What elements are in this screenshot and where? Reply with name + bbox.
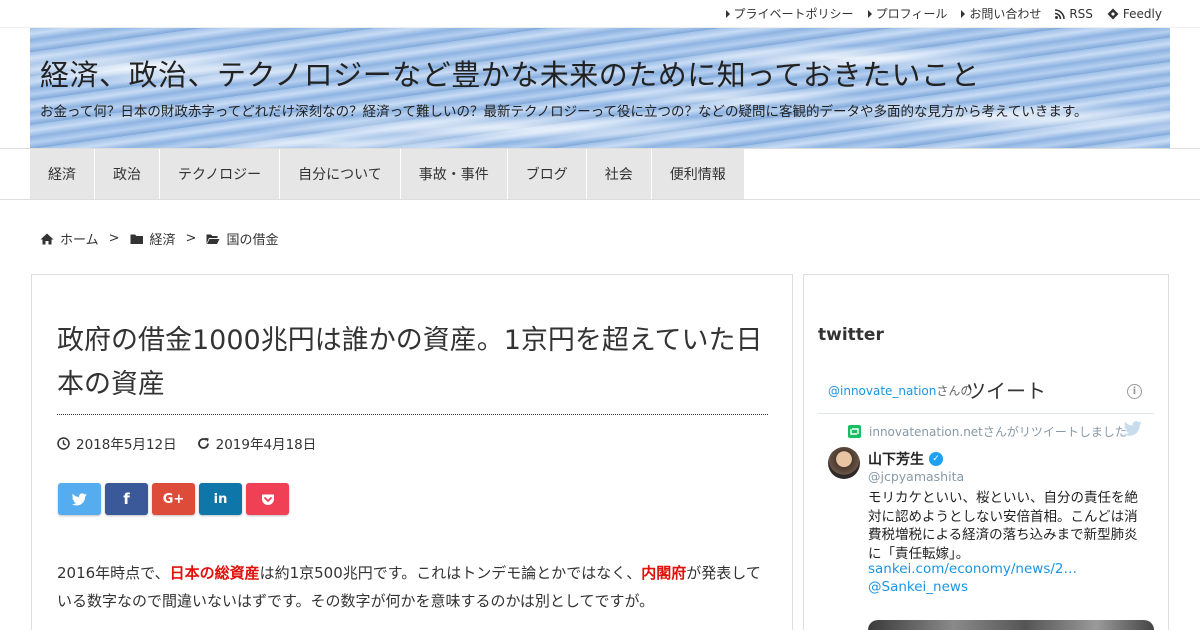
tweet-mention[interactable]: @Sankei_news bbox=[868, 579, 968, 595]
retweet-icon bbox=[848, 425, 861, 438]
article-title: 政府の借金1000兆円は誰かの資産。1京円を超えていた日本の資産 bbox=[57, 325, 763, 400]
article-body: 2016年時点で、日本の総資産は約1京500兆円です。これはトンデモ論とかではな… bbox=[57, 559, 769, 615]
feedly-icon bbox=[1107, 8, 1119, 19]
triangle-right-icon bbox=[961, 9, 966, 18]
nav-item-technology[interactable]: テクノロジー bbox=[160, 149, 281, 199]
breadcrumb-category-link[interactable]: 経済 bbox=[150, 229, 176, 248]
main-nav: 経済 政治 テクノロジー 自分について 事故・事件 ブログ 社会 便利情報 bbox=[30, 149, 745, 199]
rss-label: RSS bbox=[1069, 6, 1093, 21]
updated-date: 2019年4月18日 bbox=[215, 437, 317, 453]
twitter-icon bbox=[72, 492, 87, 505]
googleplus-icon: G+ bbox=[162, 491, 185, 507]
breadcrumb: ホーム > 経済 > 国の借金 bbox=[40, 229, 278, 248]
clock-icon bbox=[57, 436, 70, 450]
topnav-item-label: プライベートポリシー bbox=[733, 7, 854, 21]
author-name: 山下芳生 bbox=[868, 452, 924, 468]
nav-item-politics[interactable]: 政治 bbox=[95, 149, 160, 199]
facebook-icon: f bbox=[123, 490, 130, 508]
body-text-segment: は約1京500兆円です。これはトンデモ論とかではなく、 bbox=[259, 564, 642, 582]
facebook-share-button[interactable]: f bbox=[105, 483, 148, 515]
nav-item-about-me[interactable]: 自分について bbox=[280, 149, 401, 199]
home-icon bbox=[40, 233, 54, 244]
site-header: 経済、政治、テクノロジーなど豊かな未来のために知っておきたいこと お金って何？日… bbox=[30, 28, 1170, 149]
author-handle[interactable]: @jcpyamashita bbox=[868, 469, 964, 484]
timeline-tweets-label: ツイート bbox=[966, 379, 1046, 403]
body-text-segment: 2016年時点で、 bbox=[57, 564, 170, 582]
top-bar: プライベートポリシー プロフィール お問い合わせ RSS Feedly bbox=[0, 0, 1200, 28]
feedly-label: Feedly bbox=[1122, 6, 1162, 21]
highlight-cabinet-office: 内閣府 bbox=[641, 564, 687, 582]
widget-title: twitter bbox=[818, 325, 884, 345]
site-title[interactable]: 経済、政治、テクノロジーなど豊かな未来のために知っておきたいこと bbox=[40, 52, 980, 94]
topnav-item-label: プロフィール bbox=[875, 7, 948, 21]
linkedin-share-button[interactable]: in bbox=[199, 483, 242, 515]
nav-item-blog[interactable]: ブログ bbox=[507, 149, 587, 199]
linkedin-icon: in bbox=[213, 491, 228, 507]
triangle-right-icon bbox=[867, 9, 872, 18]
retweet-notice: innovatenation.netさんがリツイートしました bbox=[848, 423, 1127, 440]
published-date: 2018年5月12日 bbox=[76, 437, 177, 453]
author-avatar[interactable] bbox=[828, 447, 860, 479]
topnav-profile-link[interactable]: プロフィール bbox=[867, 5, 948, 22]
breadcrumb-separator: > bbox=[108, 231, 120, 246]
timeline-handle-text: @innovate_nation bbox=[828, 384, 937, 398]
tweet-image[interactable] bbox=[868, 620, 1154, 630]
nav-item-society[interactable]: 社会 bbox=[586, 149, 652, 199]
twitter-share-button[interactable] bbox=[58, 483, 101, 515]
tweet-link[interactable]: sankei.com/economy/news/2… bbox=[868, 561, 1077, 577]
breadcrumb-home-link[interactable]: ホーム bbox=[60, 229, 99, 248]
rss-icon bbox=[1055, 8, 1066, 19]
highlight-total-assets: 日本の総資産 bbox=[169, 564, 260, 582]
breadcrumb-subcategory-link[interactable]: 国の借金 bbox=[226, 229, 278, 248]
retweet-notice-text[interactable]: innovatenation.netさんがリツイートしました bbox=[869, 423, 1127, 440]
nav-item-accidents-incidents[interactable]: 事故・事件 bbox=[400, 149, 508, 199]
info-icon[interactable]: i bbox=[1127, 384, 1142, 399]
share-buttons: f G+ in bbox=[58, 483, 289, 515]
topnav-item-label: お問い合わせ bbox=[969, 7, 1042, 21]
main-nav-bar: 経済 政治 テクノロジー 自分について 事故・事件 ブログ 社会 便利情報 bbox=[0, 148, 1200, 200]
topnav-privacy-policy-link[interactable]: プライベートポリシー bbox=[725, 5, 854, 22]
sidebar: twitter @innovate_nationさんの ツイート i innov… bbox=[803, 274, 1169, 630]
twitter-timeline[interactable]: @innovate_nationさんの ツイート i innovatenatio… bbox=[818, 369, 1154, 630]
tweet-author[interactable]: 山下芳生 ✓ bbox=[868, 449, 943, 469]
twitter-bird-icon[interactable] bbox=[1124, 421, 1142, 436]
article-container: 政府の借金1000兆円は誰かの資産。1京円を超えていた日本の資産 2018年5月… bbox=[31, 274, 793, 630]
breadcrumb-separator: > bbox=[185, 231, 197, 246]
refresh-icon bbox=[197, 437, 209, 449]
tweet-text: モリカケといい、桜といい、自分の責任を絶対に認めようとしない安倍首相。こんどは消… bbox=[868, 490, 1138, 562]
timeline-header: @innovate_nationさんの ツイート i bbox=[818, 369, 1154, 414]
folder-icon bbox=[130, 234, 143, 244]
triangle-right-icon bbox=[725, 9, 730, 18]
rss-link[interactable]: RSS bbox=[1055, 5, 1093, 22]
topnav-contact-link[interactable]: お問い合わせ bbox=[961, 5, 1041, 22]
googleplus-share-button[interactable]: G+ bbox=[152, 483, 195, 515]
title-divider bbox=[57, 414, 768, 415]
nav-item-useful-info[interactable]: 便利情報 bbox=[651, 149, 745, 199]
pocket-share-button[interactable] bbox=[246, 483, 289, 515]
top-nav: プライベートポリシー プロフィール お問い合わせ RSS Feedly bbox=[725, 5, 1162, 22]
feedly-link[interactable]: Feedly bbox=[1107, 5, 1162, 22]
folder-open-icon bbox=[206, 234, 220, 244]
nav-item-economy[interactable]: 経済 bbox=[30, 149, 95, 199]
site-description: お金って何？日本の財政赤字ってどれだけ深刻なの？経済って難しいの？最新テクノロジ… bbox=[40, 104, 1088, 120]
timeline-handle[interactable]: @innovate_nationさんの bbox=[828, 382, 972, 399]
pocket-icon bbox=[261, 494, 274, 505]
article-dates: 2018年5月12日 2019年4月18日 bbox=[57, 433, 316, 453]
verified-badge-icon: ✓ bbox=[929, 452, 943, 466]
